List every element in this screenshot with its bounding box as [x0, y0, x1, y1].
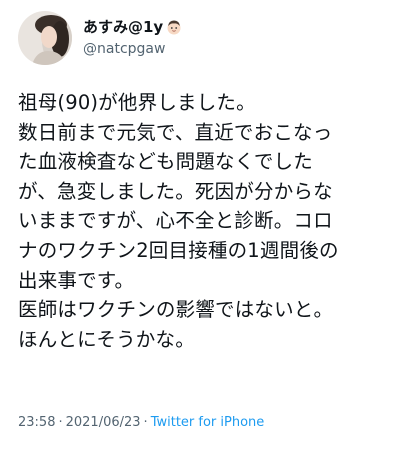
tweet-card: あすみ@1y @natcpgaw 祖母(90)が他界しました。 数日前まで元気で… [0, 0, 419, 454]
tweet-header: あすみ@1y @natcpgaw [18, 10, 182, 66]
tweet-meta: 23:58 · 2021/06/23 · Twitter for iPhone [18, 414, 264, 432]
tweet-text-line: 医師はワクチンの影響ではないと。 [18, 298, 334, 322]
avatar[interactable] [18, 11, 72, 65]
tweet-text-line: 祖母(90)が他界しました。 [18, 91, 256, 114]
tweet-text-line: いままですが、心不全と診断。コロ [18, 209, 333, 233]
author-names: あすみ@1y @natcpgaw [83, 17, 182, 59]
user-handle[interactable]: @natcpgaw [83, 39, 182, 59]
display-name[interactable]: あすみ@1y [83, 17, 182, 37]
baby-face-icon [166, 19, 182, 35]
tweet-time[interactable]: 23:58 [18, 415, 55, 430]
tweet-text-line: 数日前まで元気で、直近でおこなっ [18, 120, 333, 144]
tweet-text-line: が、急変しました。死因が分からな [18, 179, 333, 203]
tweet-text-line: ほんとにそうかな。 [18, 327, 195, 351]
tweet-source-link[interactable]: Twitter for iPhone [151, 415, 265, 430]
display-name-text: あすみ@1y [83, 18, 164, 36]
tweet-text-line: 出来事です。 [18, 268, 135, 292]
meta-separator: · [58, 415, 63, 430]
tweet-text: 祖母(90)が他界しました。 数日前まで元気で、直近でおこなっ た血液検査なども… [18, 88, 413, 354]
tweet-date[interactable]: 2021/06/23 [66, 415, 141, 430]
avatar-image [18, 11, 72, 65]
meta-separator: · [143, 415, 148, 430]
tweet-text-line: た血液検査なども問題なくでした [18, 150, 313, 174]
tweet-text-line: ナのワクチン2回目接種の1週間後の [18, 238, 339, 262]
